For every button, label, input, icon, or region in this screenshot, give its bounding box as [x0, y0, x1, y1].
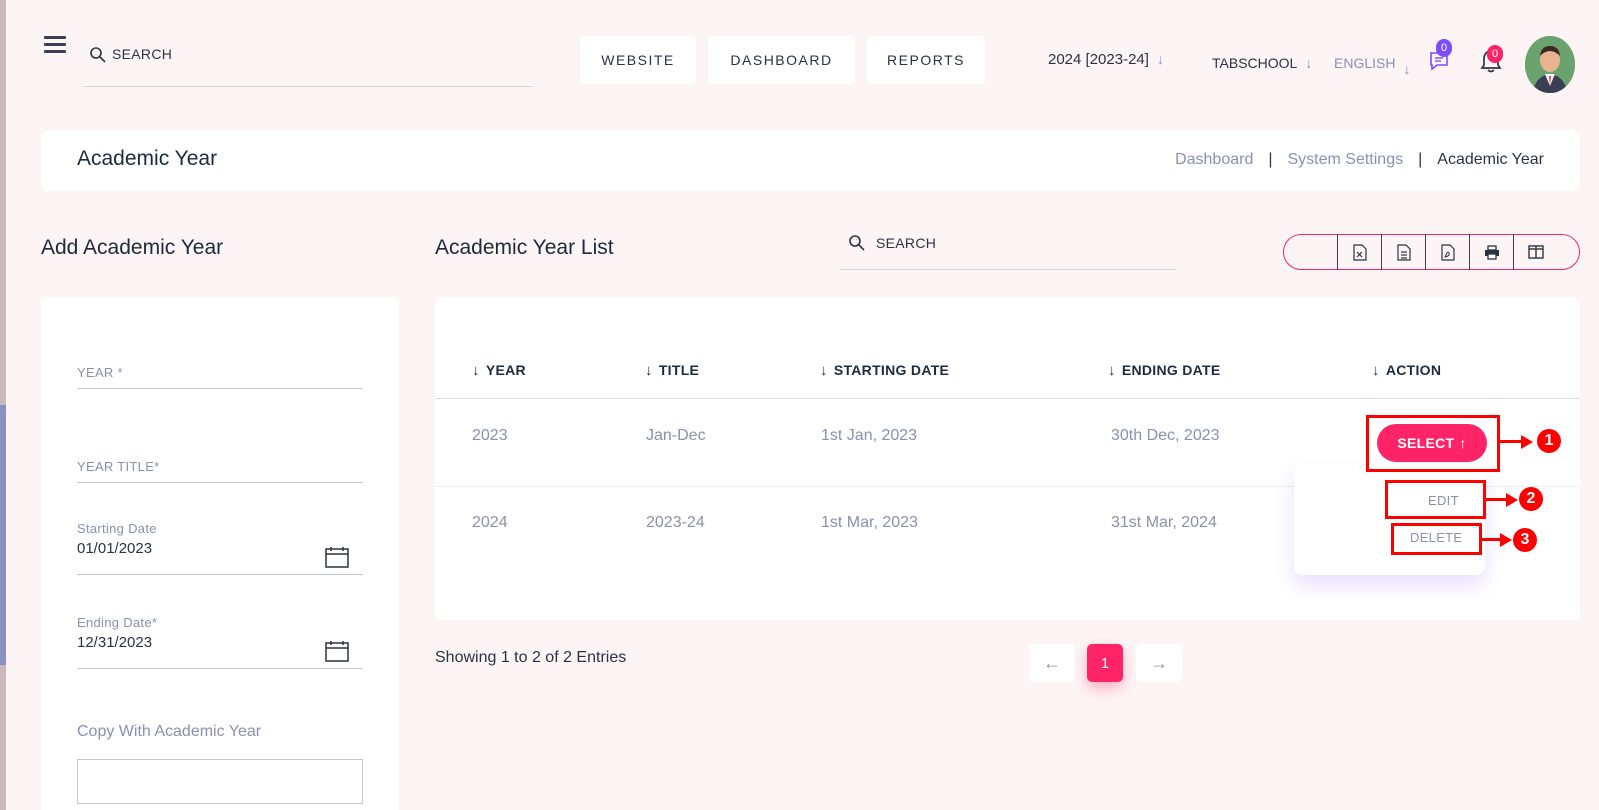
print-icon[interactable]	[1469, 234, 1513, 270]
year-field[interactable]: YEAR *	[77, 365, 363, 389]
page-header: Academic Year Dashboard | System Setting…	[41, 130, 1580, 191]
delete-menu-item[interactable]: DELETE	[1410, 530, 1462, 545]
language-select[interactable]: ENGLISH ↓	[1334, 55, 1410, 77]
year-label: YEAR *	[77, 365, 123, 380]
annotation-number-2: 2	[1519, 487, 1543, 511]
starting-date-label: Starting Date	[77, 521, 157, 536]
add-academic-year-title: Add Academic Year	[41, 236, 224, 259]
breadcrumb: Dashboard | System Settings | Academic Y…	[1175, 151, 1544, 169]
showing-entries-text: Showing 1 to 2 of 2 Entries	[435, 649, 627, 666]
calendar-icon[interactable]	[325, 640, 349, 662]
csv-icon[interactable]	[1381, 234, 1425, 270]
reports-button[interactable]: REPORTS	[867, 36, 985, 84]
annotation-arrow-head	[1500, 533, 1512, 547]
search-icon	[90, 47, 106, 63]
list-search	[840, 230, 1177, 270]
select-action-label: SELECT	[1397, 435, 1455, 451]
cell-starting-date: 1st Jan, 2023	[821, 427, 918, 444]
year-title-label: YEAR TITLE*	[77, 459, 160, 474]
action-dropdown-menu: EDIT DELETE	[1294, 463, 1485, 575]
arrow-down-icon: ↓	[645, 362, 653, 379]
add-academic-year-form: YEAR * YEAR TITLE* Starting Date 01/01/2…	[41, 297, 399, 810]
breadcrumb-dashboard[interactable]: Dashboard	[1175, 151, 1253, 169]
column-header-title[interactable]: ↓ TITLE	[645, 362, 699, 379]
cell-year: 2023	[472, 427, 508, 444]
starting-date-field[interactable]: Starting Date 01/01/2023	[77, 521, 363, 575]
top-search-input[interactable]	[112, 43, 512, 65]
column-header-year[interactable]: ↓ YEAR	[472, 362, 526, 379]
annotation-number-1: 1	[1537, 429, 1561, 453]
ending-date-field[interactable]: Ending Date* 12/31/2023	[77, 615, 363, 669]
breadcrumb-separator: |	[1268, 151, 1273, 168]
notifications-badge: 0	[1487, 45, 1503, 63]
column-header-starting-date[interactable]: ↓ STARTING DATE	[820, 362, 949, 379]
language-select-value: ENGLISH	[1334, 55, 1396, 71]
messages-badge: 0	[1436, 39, 1452, 57]
annotation-arrow-head	[1521, 435, 1533, 449]
table-header-divider	[435, 398, 1580, 399]
arrow-down-icon: ↓	[472, 362, 480, 379]
scroll-marker	[0, 405, 6, 665]
cell-title: Jan-Dec	[646, 427, 706, 444]
arrow-down-icon: ↓	[1403, 61, 1411, 77]
column-header-action[interactable]: ↓ ACTION	[1372, 362, 1441, 379]
column-header-label: STARTING DATE	[833, 362, 950, 378]
export-toolbar	[1283, 234, 1580, 270]
school-select[interactable]: TABSCHOOL ↓	[1212, 55, 1312, 71]
arrow-down-icon: ↓	[1156, 51, 1164, 67]
cell-ending-date: 31st Mar, 2024	[1111, 514, 1217, 531]
list-search-input[interactable]	[876, 232, 1156, 254]
academic-year-select[interactable]: 2024 [2023-24] ↓	[1048, 51, 1164, 68]
cell-starting-date: 1st Mar, 2023	[821, 514, 918, 531]
arrow-down-icon: ↓	[1305, 55, 1313, 71]
arrow-down-icon: ↓	[1372, 362, 1380, 379]
annotation-arrow-head	[1506, 493, 1518, 507]
ending-date-value: 12/31/2023	[77, 634, 153, 651]
next-page-button[interactable]: →	[1136, 644, 1182, 682]
breadcrumb-current: Academic Year	[1437, 151, 1544, 168]
year-title-field[interactable]: YEAR TITLE*	[77, 459, 363, 483]
academic-year-list-title: Academic Year List	[435, 236, 614, 259]
arrow-up-icon: ↑	[1459, 435, 1467, 451]
prev-page-button[interactable]: ←	[1029, 644, 1075, 682]
arrow-right-icon: →	[1150, 652, 1168, 673]
cell-title: 2023-24	[646, 514, 705, 531]
copy-with-academic-year-label: Copy With Academic Year	[77, 723, 262, 740]
cell-ending-date: 30th Dec, 2023	[1111, 427, 1220, 444]
top-search	[83, 40, 533, 87]
copy-with-academic-year-select[interactable]	[77, 759, 363, 804]
website-button[interactable]: WEBSITE	[580, 36, 696, 84]
calendar-icon[interactable]	[325, 546, 349, 568]
arrow-down-icon: ↓	[1108, 362, 1116, 379]
ending-date-label: Ending Date*	[77, 615, 158, 630]
school-select-value: TABSCHOOL	[1212, 55, 1298, 71]
dashboard-button[interactable]: DASHBOARD	[708, 36, 855, 84]
column-header-label: ACTION	[1385, 362, 1442, 378]
column-header-ending-date[interactable]: ↓ ENDING DATE	[1108, 362, 1221, 379]
arrow-left-icon: ←	[1043, 652, 1061, 673]
user-avatar[interactable]	[1525, 36, 1575, 93]
page-1-button[interactable]: 1	[1087, 644, 1123, 682]
excel-icon[interactable]	[1337, 234, 1381, 270]
column-header-label: TITLE	[658, 362, 700, 378]
breadcrumb-separator: |	[1418, 151, 1423, 168]
column-header-label: ENDING DATE	[1121, 362, 1221, 378]
select-action-button[interactable]: SELECT ↑	[1377, 424, 1487, 462]
academic-year-select-value: 2024 [2023-24]	[1048, 51, 1149, 68]
edit-menu-item[interactable]: EDIT	[1428, 493, 1459, 508]
cell-year: 2024	[472, 514, 508, 531]
search-icon	[849, 235, 865, 251]
starting-date-value: 01/01/2023	[77, 540, 153, 557]
columns-icon[interactable]	[1513, 234, 1557, 270]
page-title: Academic Year	[77, 147, 218, 170]
column-header-label: YEAR	[485, 362, 526, 378]
arrow-down-icon: ↓	[820, 362, 828, 379]
annotation-number-3: 3	[1513, 528, 1537, 552]
menu-toggle-icon[interactable]	[44, 36, 66, 54]
breadcrumb-system-settings[interactable]: System Settings	[1288, 151, 1404, 169]
pdf-icon[interactable]	[1425, 234, 1469, 270]
window-edge	[0, 0, 6, 810]
